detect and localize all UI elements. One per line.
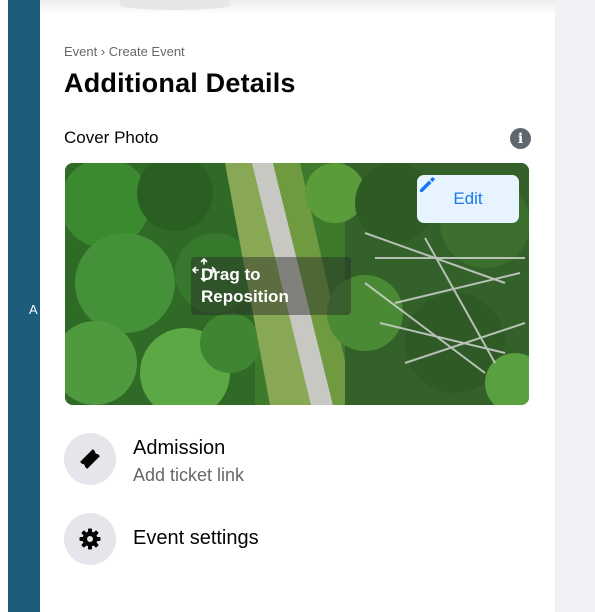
edit-cover-label: Edit: [453, 189, 483, 208]
move-icon: [192, 258, 216, 282]
event-settings-title: Event settings: [133, 527, 259, 549]
cover-photo[interactable]: Edit Drag to Reposition: [65, 163, 529, 405]
panel-top-shadow: [40, 0, 555, 14]
drag-hint-line1: Drag to: [201, 265, 261, 284]
breadcrumb: Event › Create Event: [64, 44, 185, 59]
background-app-strip: A: [0, 0, 40, 612]
info-icon[interactable]: i: [510, 128, 531, 149]
create-event-panel: Event › Create Event Additional Details …: [40, 0, 555, 612]
event-settings-icon-circle: [64, 513, 116, 565]
event-settings-option[interactable]: Event settings: [64, 513, 534, 569]
admission-subtitle: Add ticket link: [133, 465, 245, 485]
ticket-icon: [80, 449, 100, 469]
admission-title: Admission: [133, 437, 226, 459]
edit-cover-button[interactable]: Edit: [417, 175, 519, 223]
panel-top-nub: [120, 0, 230, 10]
cover-photo-label: Cover Photo: [64, 128, 159, 147]
background-app-text: A: [29, 302, 38, 317]
admission-option[interactable]: Admission Add ticket link: [64, 433, 534, 489]
drag-to-reposition-hint[interactable]: Drag to Reposition: [191, 257, 351, 315]
admission-icon-circle: [64, 433, 116, 485]
drag-hint-line2: Reposition: [201, 287, 289, 306]
pencil-icon: [420, 177, 435, 192]
drag-hint-text: Drag to Reposition: [201, 264, 311, 308]
background-right-panel: [555, 0, 595, 612]
background-app-edge: [0, 0, 8, 612]
gear-icon: [79, 528, 101, 550]
page-title: Additional Details: [64, 68, 296, 98]
